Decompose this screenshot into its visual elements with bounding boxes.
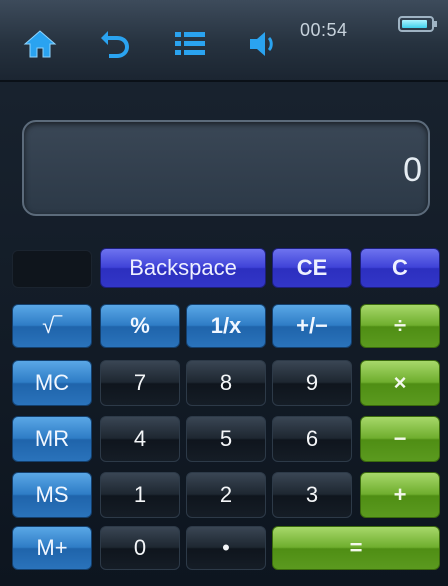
digit-3-button[interactable]: 3 (272, 472, 352, 518)
sqrt-button[interactable]: √‾ (12, 304, 92, 348)
calculator-display: 0 (22, 120, 430, 216)
digit-9-label: 9 (305, 370, 319, 395)
battery-icon (398, 16, 437, 32)
digit-0-button[interactable]: 0 (100, 526, 180, 570)
plus-button[interactable]: + (360, 472, 440, 518)
digit-7-label: 7 (133, 370, 147, 395)
percent-button[interactable]: % (100, 304, 180, 348)
equals-button[interactable]: = (272, 526, 440, 570)
plus-minus-label: +/− (296, 313, 328, 338)
divide-button[interactable]: ÷ (360, 304, 440, 348)
digit-6-label: 6 (305, 426, 319, 451)
mr-button[interactable]: MR (12, 416, 92, 462)
digit-8-button[interactable]: 8 (186, 360, 266, 406)
equals-label: = (349, 535, 363, 560)
mplus-label: M+ (36, 535, 68, 560)
battery-level (402, 20, 427, 28)
clear-button[interactable]: C (360, 248, 440, 288)
digit-4-button[interactable]: 4 (100, 416, 180, 462)
digit-8-label: 8 (219, 370, 233, 395)
digit-5-label: 5 (219, 426, 233, 451)
ms-label: MS (35, 482, 69, 507)
mc-label: MC (34, 370, 70, 395)
calculator-app: 00:54 0 Backspace CE C √‾ % 1/x +/− ÷ MC… (0, 0, 448, 586)
digit-3-label: 3 (305, 482, 319, 507)
minus-label: − (393, 426, 407, 451)
decimal-button[interactable]: • (186, 526, 266, 570)
digit-9-button[interactable]: 9 (272, 360, 352, 406)
digit-1-button[interactable]: 1 (100, 472, 180, 518)
ce-button[interactable]: CE (272, 248, 352, 288)
plus-minus-button[interactable]: +/− (272, 304, 352, 348)
digit-2-button[interactable]: 2 (186, 472, 266, 518)
reciprocal-label: 1/x (210, 313, 242, 338)
digit-7-button[interactable]: 7 (100, 360, 180, 406)
percent-label: % (130, 313, 150, 338)
c-label: C (392, 255, 408, 280)
back-icon[interactable] (96, 24, 136, 64)
digit-6-button[interactable]: 6 (272, 416, 352, 462)
digit-4-label: 4 (133, 426, 147, 451)
decimal-label: • (222, 535, 230, 560)
status-bar: 00:54 (0, 0, 448, 82)
backspace-button[interactable]: Backspace (100, 248, 266, 288)
volume-icon[interactable] (244, 24, 284, 64)
backspace-label: Backspace (129, 255, 237, 280)
reciprocal-button[interactable]: 1/x (186, 304, 266, 348)
digit-2-label: 2 (219, 482, 233, 507)
mr-label: MR (34, 426, 70, 451)
multiply-label: × (393, 370, 407, 395)
digit-5-button[interactable]: 5 (186, 416, 266, 462)
minus-button[interactable]: − (360, 416, 440, 462)
menu-list-icon[interactable] (170, 24, 210, 64)
blank-key (12, 250, 92, 288)
home-icon[interactable] (20, 24, 60, 64)
mc-button[interactable]: MC (12, 360, 92, 406)
mplus-button[interactable]: M+ (12, 526, 92, 570)
multiply-button[interactable]: × (360, 360, 440, 406)
sqrt-label: √‾ (42, 313, 62, 338)
plus-label: + (393, 482, 407, 507)
ce-label: CE (296, 255, 328, 280)
clock: 00:54 (300, 20, 348, 40)
divide-label: ÷ (393, 313, 407, 338)
display-value: 0 (403, 151, 422, 189)
ms-button[interactable]: MS (12, 472, 92, 518)
digit-0-label: 0 (133, 535, 147, 560)
digit-1-label: 1 (133, 482, 147, 507)
